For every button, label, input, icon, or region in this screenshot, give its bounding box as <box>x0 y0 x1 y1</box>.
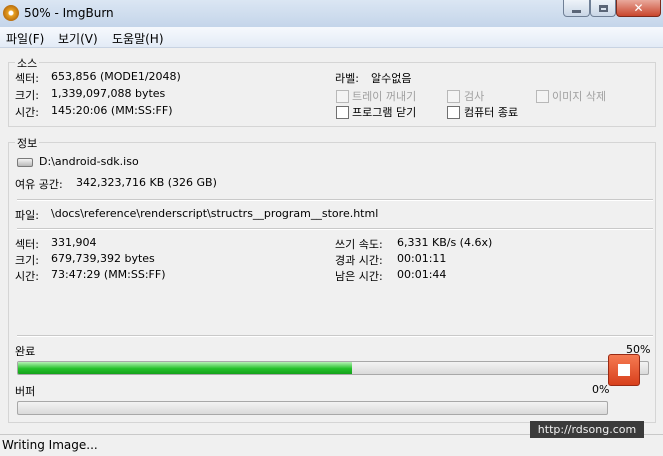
stop-icon <box>618 364 630 376</box>
info-group: 정보 D:\android-sdk.iso 여유 공간: 342,323,716… <box>8 135 656 423</box>
free-space-label: 여유 공간: <box>15 178 63 191</box>
destination-path: D:\android-sdk.iso <box>39 155 139 168</box>
drive-icon <box>17 158 33 167</box>
source-sector-label: 섹터: <box>15 72 39 85</box>
menu-view[interactable]: 보기(V) <box>58 30 98 47</box>
source-time-value: 145:20:06 (MM:SS:FF) <box>51 104 173 117</box>
minimize-icon <box>572 9 581 13</box>
eject-tray-label: 트레이 꺼내기 <box>352 90 417 103</box>
status-text: Writing Image... <box>2 438 98 452</box>
shutdown-label: 컴퓨터 종료 <box>464 106 519 119</box>
source-time-label: 시간: <box>15 106 39 119</box>
info-size-value: 679,739,392 bytes <box>51 252 155 265</box>
source-size-value: 1,339,097,088 bytes <box>51 87 166 100</box>
elapsed-time-label: 경과 시간: <box>335 254 383 267</box>
write-speed-label: 쓰기 속도: <box>335 238 383 251</box>
minimize-button[interactable] <box>563 0 590 17</box>
volume-label: 라벨: <box>335 72 359 85</box>
free-space-value: 342,323,716 KB (326 GB) <box>76 176 217 189</box>
watermark: http://rdsong.com <box>530 421 644 438</box>
menu-bar: 파일(F) 보기(V) 도움말(H) <box>0 27 663 48</box>
complete-label: 완료 <box>15 345 36 358</box>
source-size-label: 크기: <box>15 89 39 102</box>
complete-progress-fill <box>18 362 352 374</box>
volume-value: 알수없음 <box>371 72 412 85</box>
shutdown-checkbox[interactable] <box>447 106 460 119</box>
info-sector-label: 섹터: <box>15 238 39 251</box>
info-time-value: 73:47:29 (MM:SS:FF) <box>51 268 166 281</box>
buffer-percent: 0% <box>592 383 610 396</box>
divider <box>17 228 653 230</box>
complete-progress-bar <box>17 361 649 375</box>
current-file-value: \docs\reference\renderscript\structrs__p… <box>51 207 379 220</box>
window-title: 50% - ImgBurn <box>24 6 114 20</box>
info-sector-value: 331,904 <box>51 236 97 249</box>
eject-tray-checkbox[interactable] <box>336 90 349 103</box>
buffer-label: 버퍼 <box>15 385 36 398</box>
source-group: 소스 섹터: 653,856 (MODE1/2048) 크기: 1,339,09… <box>8 55 656 127</box>
remaining-time-label: 남은 시간: <box>335 270 383 283</box>
elapsed-time-value: 00:01:11 <box>397 252 447 265</box>
source-group-title: 소스 <box>15 55 40 71</box>
title-bar: 50% - ImgBurn ✕ <box>0 0 663 28</box>
divider <box>17 199 653 201</box>
divider <box>17 335 653 337</box>
write-speed-value: 6,331 KB/s (4.6x) <box>397 236 493 249</box>
close-program-checkbox[interactable] <box>336 106 349 119</box>
current-file-label: 파일: <box>15 209 39 222</box>
maximize-button[interactable] <box>590 0 616 17</box>
buffer-progress-bar <box>17 401 608 415</box>
remaining-time-value: 00:01:44 <box>397 268 447 281</box>
menu-help[interactable]: 도움말(H) <box>112 30 164 47</box>
verify-checkbox[interactable] <box>447 90 460 103</box>
menu-file[interactable]: 파일(F) <box>6 30 44 47</box>
imgburn-app-icon <box>3 5 19 21</box>
source-sector-value: 653,856 (MODE1/2048) <box>51 70 181 83</box>
info-group-title: 정보 <box>15 135 40 151</box>
close-icon: ✕ <box>633 1 644 15</box>
info-time-label: 시간: <box>15 270 39 283</box>
verify-label: 검사 <box>464 90 485 103</box>
info-size-label: 크기: <box>15 254 39 267</box>
close-button[interactable]: ✕ <box>616 0 661 17</box>
maximize-icon <box>598 4 608 12</box>
delete-image-label: 이미지 삭제 <box>552 90 607 103</box>
delete-image-checkbox[interactable] <box>536 90 549 103</box>
close-program-label: 프로그램 닫기 <box>352 106 417 119</box>
stop-button[interactable] <box>608 354 640 386</box>
